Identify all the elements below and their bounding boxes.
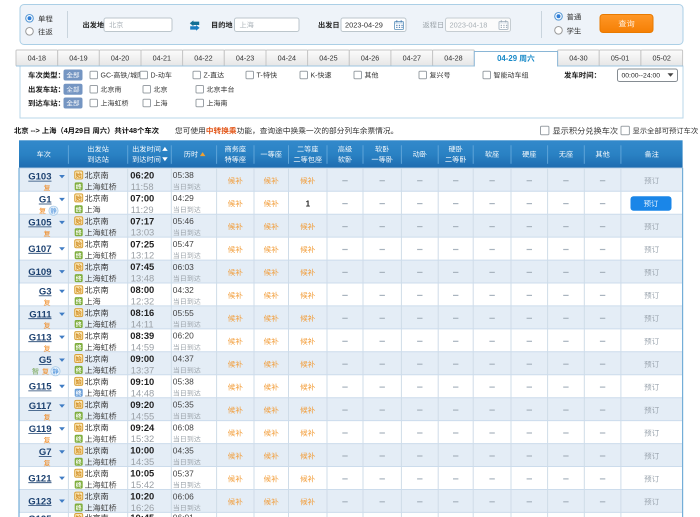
svg-text:04-28: 04-28 [444, 54, 462, 63]
svg-text:04:32: 04:32 [173, 285, 194, 295]
svg-text:11:29: 11:29 [131, 204, 154, 215]
svg-text:13:03: 13:03 [131, 227, 154, 238]
svg-text:K-: K- [311, 73, 319, 80]
svg-text:05-01: 05-01 [611, 54, 629, 63]
svg-text:05:37: 05:37 [173, 468, 194, 478]
svg-text:04:29: 04:29 [173, 193, 194, 203]
svg-text:04-21: 04-21 [153, 54, 171, 63]
svg-text:04-26: 04-26 [361, 54, 379, 63]
svg-text:04-18: 04-18 [28, 54, 46, 63]
svg-text:06:08: 06:08 [173, 422, 194, 432]
svg-text:08:39: 08:39 [130, 330, 154, 341]
svg-text:05:35: 05:35 [173, 400, 194, 410]
svg-text:00:00--24:00: 00:00--24:00 [622, 72, 661, 79]
svg-text:06:20: 06:20 [173, 331, 194, 341]
svg-text:15:42: 15:42 [131, 479, 154, 490]
svg-text:12:32: 12:32 [131, 296, 154, 307]
svg-text:10:05: 10:05 [130, 468, 154, 479]
svg-text:04-20: 04-20 [111, 54, 129, 63]
svg-text:04-29: 04-29 [497, 54, 519, 63]
svg-text:14:35: 14:35 [131, 456, 154, 467]
svg-text:04-19: 04-19 [69, 54, 87, 63]
svg-text:14:55: 14:55 [131, 410, 154, 421]
svg-text:05:47: 05:47 [173, 239, 194, 249]
svg-text:07:25: 07:25 [130, 238, 154, 249]
svg-text:05:38: 05:38 [173, 170, 194, 180]
svg-text:Z-: Z- [204, 73, 211, 80]
svg-text:09:24: 09:24 [130, 422, 155, 433]
svg-text:08:00: 08:00 [130, 284, 154, 295]
svg-text:D-: D- [151, 73, 159, 80]
svg-text:04:37: 04:37 [173, 354, 194, 364]
svg-text:08:16: 08:16 [130, 307, 154, 318]
svg-text:09:10: 09:10 [130, 376, 154, 387]
svg-text:14:11: 14:11 [131, 319, 154, 330]
svg-text:07:17: 07:17 [130, 215, 154, 226]
svg-text:07:45: 07:45 [130, 261, 154, 272]
svg-text:2023-04-18: 2023-04-18 [450, 20, 488, 29]
svg-text:GC-: GC- [101, 73, 115, 80]
svg-text:10:20: 10:20 [130, 491, 154, 502]
svg-text:2023-04-29: 2023-04-29 [345, 20, 383, 29]
svg-text:14:59: 14:59 [131, 341, 154, 352]
svg-text:09:20: 09:20 [130, 399, 154, 410]
svg-text:04-25: 04-25 [319, 54, 337, 63]
svg-text:T-: T- [257, 73, 264, 80]
svg-text:05:46: 05:46 [173, 216, 194, 226]
svg-text:05:55: 05:55 [173, 308, 194, 318]
svg-text:04-23: 04-23 [236, 54, 254, 63]
svg-text:10:45: 10:45 [130, 512, 154, 517]
svg-text:06:20: 06:20 [130, 170, 154, 181]
svg-text:1: 1 [306, 199, 311, 208]
svg-text:04-24: 04-24 [278, 54, 296, 63]
svg-text:15:32: 15:32 [131, 433, 154, 444]
svg-text:29: 29 [75, 126, 83, 135]
svg-text:13:12: 13:12 [131, 250, 154, 261]
svg-text:07:00: 07:00 [130, 192, 154, 203]
svg-text:14:48: 14:48 [131, 387, 154, 398]
svg-text:10:00: 10:00 [130, 445, 154, 456]
svg-text:06:03: 06:03 [173, 262, 194, 272]
svg-text:09:00: 09:00 [130, 353, 154, 364]
svg-text:11:58: 11:58 [131, 181, 154, 192]
svg-text:04-30: 04-30 [569, 54, 587, 63]
svg-text:-->: --> [29, 126, 42, 135]
svg-text:48: 48 [129, 126, 137, 135]
svg-text:06:01: 06:01 [173, 513, 194, 517]
svg-text:04-22: 04-22 [194, 54, 212, 63]
svg-text:13:48: 13:48 [131, 273, 154, 284]
svg-text:05:38: 05:38 [173, 377, 194, 387]
svg-text:04:35: 04:35 [173, 445, 194, 455]
svg-text:06:06: 06:06 [173, 491, 194, 501]
svg-text:13:37: 13:37 [131, 364, 154, 375]
svg-text:05-02: 05-02 [653, 54, 671, 63]
svg-text:04-27: 04-27 [403, 54, 421, 63]
